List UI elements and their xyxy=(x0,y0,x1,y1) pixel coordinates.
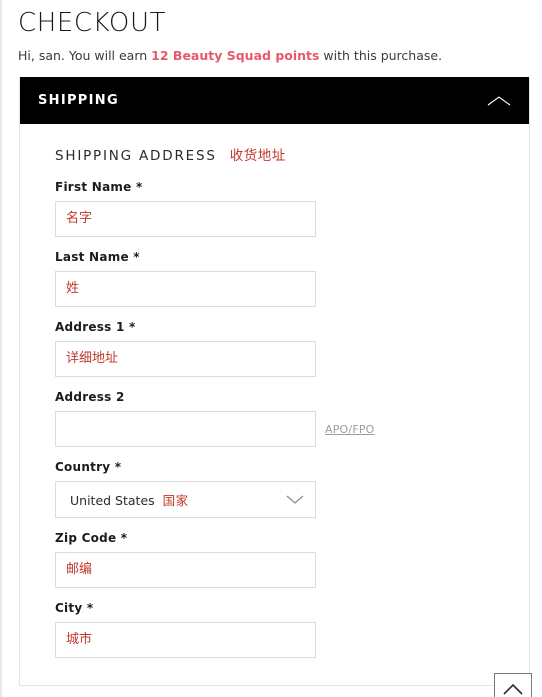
shipping-form: SHIPPING ADDRESS 收货地址 First Name * 名字 La… xyxy=(20,124,529,685)
field-address-1: Address 1 * 详细地址 xyxy=(20,320,529,377)
city-input[interactable]: 城市 xyxy=(55,622,316,658)
beauty-squad-points: 12 Beauty Squad points xyxy=(151,48,320,63)
apo-fpo-link[interactable]: APO/FPO xyxy=(325,423,375,436)
country-annotation: 国家 xyxy=(162,493,189,508)
shipping-address-label: SHIPPING ADDRESS xyxy=(55,148,217,164)
city-label: City * xyxy=(55,601,94,615)
first-name-label: First Name * xyxy=(55,180,143,194)
country-select[interactable]: United States 国家 xyxy=(55,481,316,518)
greeting-suffix: with this purchase. xyxy=(319,48,443,63)
country-select-value-wrap: United States 国家 xyxy=(70,490,189,509)
address-1-input[interactable]: 详细地址 xyxy=(55,341,316,377)
zip-code-label: Zip Code * xyxy=(55,531,128,545)
checkout-page: CHECKOUT Hi, san. You will earn 12 Beaut… xyxy=(0,0,542,697)
address-1-label: Address 1 * xyxy=(55,320,136,334)
last-name-input[interactable]: 姓 xyxy=(55,271,316,307)
rewards-greeting: Hi, san. You will earn 12 Beauty Squad p… xyxy=(2,40,542,64)
shipping-address-annotation: 收货地址 xyxy=(229,148,286,164)
address-2-label: Address 2 xyxy=(55,390,125,404)
first-name-input[interactable]: 名字 xyxy=(55,201,316,237)
shipping-section-title: SHIPPING xyxy=(38,93,119,108)
field-city: City * 城市 xyxy=(20,601,529,658)
field-country: Country * United States 国家 xyxy=(20,460,529,518)
greeting-prefix: Hi, san. You will earn xyxy=(18,48,152,63)
chevron-up-icon[interactable] xyxy=(502,683,524,696)
chevron-up-icon[interactable] xyxy=(486,94,512,108)
field-first-name: First Name * 名字 xyxy=(20,180,529,237)
shipping-section-header[interactable]: SHIPPING xyxy=(20,77,529,124)
zip-code-input[interactable]: 邮编 xyxy=(55,552,316,588)
country-selected-value: United States xyxy=(70,493,155,508)
back-to-top-button[interactable] xyxy=(494,673,532,697)
address-2-input[interactable] xyxy=(55,411,316,447)
chevron-down-icon[interactable] xyxy=(285,494,305,505)
country-label: Country * xyxy=(55,460,122,474)
shipping-address-heading: SHIPPING ADDRESS 收货地址 xyxy=(20,144,529,164)
page-title: CHECKOUT xyxy=(18,8,167,38)
field-address-2: Address 2 APO/FPO xyxy=(20,390,529,447)
field-last-name: Last Name * 姓 xyxy=(20,250,529,307)
field-zip-code: Zip Code * 邮编 xyxy=(20,531,529,588)
shipping-accordion-card: SHIPPING SHIPPING ADDRESS 收货地址 First Nam… xyxy=(19,77,530,686)
last-name-label: Last Name * xyxy=(55,250,140,264)
